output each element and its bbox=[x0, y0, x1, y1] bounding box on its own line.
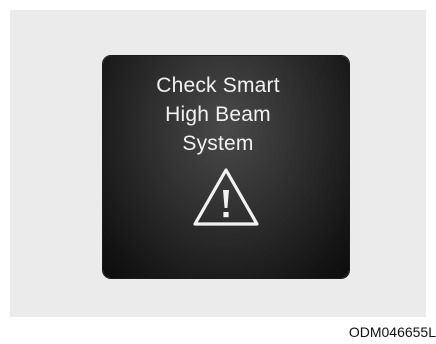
warning-message-line-2: High Beam bbox=[165, 103, 271, 126]
warning-message-line-3: System bbox=[182, 132, 254, 155]
warning-triangle-icon bbox=[193, 168, 259, 226]
warning-message-line-1: Check Smart bbox=[156, 74, 280, 97]
figure-code: ODM046655L bbox=[348, 324, 436, 340]
